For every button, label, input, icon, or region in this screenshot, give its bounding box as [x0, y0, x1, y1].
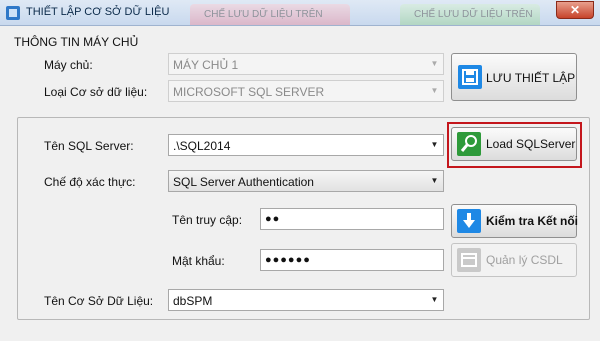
chevron-down-icon: ▼: [430, 295, 439, 304]
background-tab: CHẾ LƯU DỮ LIỆU TRÊN: [190, 4, 350, 25]
db-type-value: MICROSOFT SQL SERVER: [173, 85, 325, 99]
highlight-outline: [447, 122, 582, 168]
server-label: Máy chủ:: [44, 58, 93, 72]
password-field[interactable]: ●●●●●●: [260, 249, 444, 271]
download-arrow-icon: [457, 209, 481, 233]
auth-mode-select[interactable]: SQL Server Authentication ▼: [168, 170, 444, 192]
chevron-down-icon: ▼: [430, 86, 439, 95]
auth-mode-label: Chế độ xác thực:: [44, 175, 136, 189]
app-icon: [6, 6, 20, 20]
database-icon: [457, 248, 481, 272]
username-value: ●●: [265, 213, 281, 225]
database-name-value: dbSPM: [173, 294, 213, 308]
database-name-label: Tên Cơ Sở Dữ Liệu:: [44, 294, 154, 308]
username-label: Tên truy cập:: [172, 213, 243, 227]
save-icon: [458, 65, 482, 89]
db-type-label: Loại Cơ sở dữ liệu:: [44, 85, 148, 99]
server-combo[interactable]: MÁY CHỦ 1 ▼: [168, 53, 444, 75]
window-title: THIẾT LẬP CƠ SỞ DỮ LIỆU: [26, 6, 170, 18]
chevron-down-icon: ▼: [430, 140, 439, 149]
save-settings-button[interactable]: LƯU THIẾT LẬP: [451, 53, 577, 101]
database-name-combo[interactable]: dbSPM ▼: [168, 289, 444, 311]
manage-database-button[interactable]: Quản lý CSDL: [451, 243, 577, 277]
db-type-combo[interactable]: MICROSOFT SQL SERVER ▼: [168, 80, 444, 102]
save-settings-label: LƯU THIẾT LẬP: [486, 71, 576, 85]
test-connection-button[interactable]: Kiểm tra Kết nối: [451, 204, 579, 238]
sql-server-label: Tên SQL Server:: [44, 139, 134, 153]
close-button[interactable]: ✕: [556, 1, 594, 19]
group-title: THÔNG TIN MÁY CHỦ: [12, 35, 141, 49]
background-tab-label: CHẾ LƯU DỮ LIỆU TRÊN: [204, 9, 323, 20]
chevron-down-icon: ▼: [430, 59, 439, 68]
chevron-down-icon: ▼: [430, 176, 439, 185]
sql-server-value: .\SQL2014: [173, 139, 231, 153]
title-bar: THIẾT LẬP CƠ SỞ DỮ LIỆU CHẾ LƯU DỮ LIỆU …: [0, 0, 600, 26]
background-tab: CHẾ LƯU DỮ LIỆU TRÊN: [400, 4, 540, 25]
background-tab-label: CHẾ LƯU DỮ LIỆU TRÊN: [414, 9, 533, 20]
password-value: ●●●●●●: [265, 254, 311, 266]
password-label: Mật khẩu:: [172, 254, 225, 268]
server-combo-value: MÁY CHỦ 1: [173, 58, 239, 72]
sql-server-combo[interactable]: .\SQL2014 ▼: [168, 134, 444, 156]
auth-mode-value: SQL Server Authentication: [173, 175, 314, 189]
manage-database-label: Quản lý CSDL: [486, 253, 563, 267]
username-field[interactable]: ●●: [260, 208, 444, 230]
test-connection-label: Kiểm tra Kết nối: [486, 214, 579, 228]
